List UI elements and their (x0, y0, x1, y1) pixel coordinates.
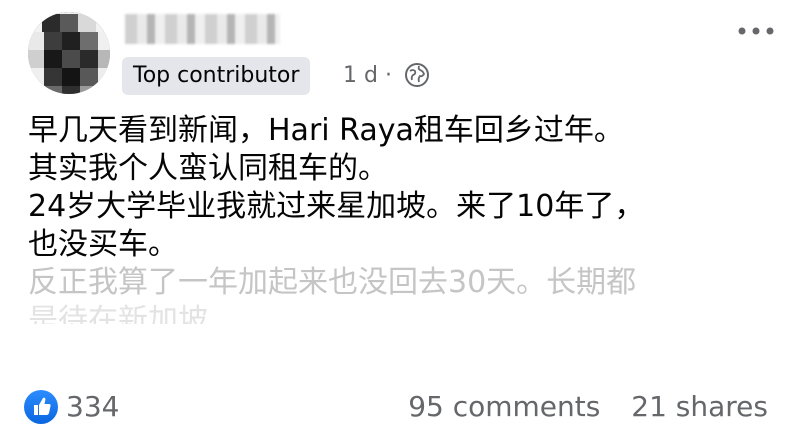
more-options-icon[interactable] (736, 24, 776, 38)
post-line: 也没买车。 (28, 227, 178, 262)
post-body: 早几天看到新闻，Hari Raya租车回乡过年。 其实我个人蛮认同租车的。 24… (28, 112, 773, 324)
shares-count[interactable]: 21 shares (631, 390, 768, 423)
engagement-stats: 95 comments 21 shares (408, 388, 768, 426)
meta-separator: · (384, 63, 392, 88)
avatar[interactable] (28, 12, 110, 94)
thumbs-up-icon (34, 397, 51, 415)
post-line-faded: 是待在新加坡 (28, 303, 208, 324)
reaction-count[interactable]: 334 (66, 388, 119, 426)
like-icon[interactable] (24, 390, 58, 424)
comments-count[interactable]: 95 comments (408, 390, 600, 423)
post-line: 其实我个人蛮认同租车的。 (28, 151, 388, 186)
avatar-image (28, 12, 110, 94)
top-contributor-badge[interactable]: Top contributor (122, 57, 311, 95)
post-line: 早几天看到新闻，Hari Raya租车回乡过年。 (28, 113, 624, 148)
globe-icon (405, 63, 429, 87)
author-name-redacted[interactable] (125, 14, 280, 44)
post-line-faded: 反正我算了一年加起来也没回去30天。长期都 (28, 265, 637, 300)
post-time-value[interactable]: 1 d (343, 63, 378, 88)
post-time[interactable]: 1 d · (343, 58, 392, 94)
post-line: 24岁大学毕业我就过来星加坡。来了10年了， (28, 189, 645, 224)
